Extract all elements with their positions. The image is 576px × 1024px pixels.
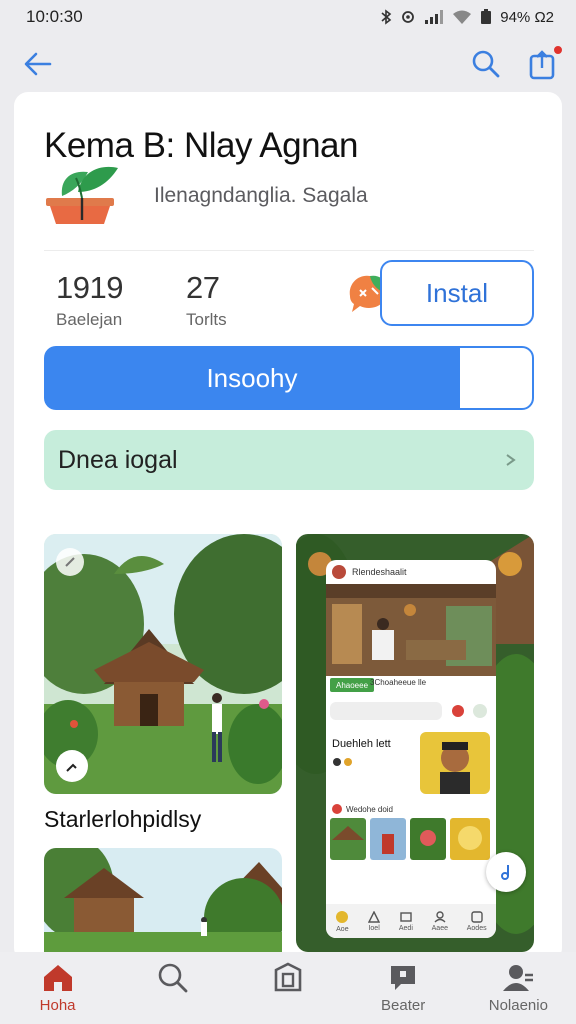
nav-label: Beater: [381, 996, 426, 1014]
mock-nav-label: Aaee: [431, 924, 448, 932]
mock-nav-item: Aoe: [335, 910, 349, 933]
mock-search-row: [330, 702, 487, 720]
info-banner-label: Dnea iogal: [58, 445, 178, 474]
play-icon[interactable]: [56, 750, 88, 782]
nav-chat[interactable]: Beater: [346, 952, 461, 1024]
nfc-icon: [402, 11, 415, 23]
chat-icon: [391, 965, 416, 990]
bottom-navigation: Hoha Beater Nolaenio: [0, 952, 576, 1024]
status-bar: 10:0:30 94% Ω2: [0, 0, 576, 34]
stat-label: Baelejan: [56, 310, 123, 329]
nav-label: Nolaenio: [488, 996, 548, 1014]
mock-nav-item: Aodes: [466, 910, 487, 932]
mock-list-title: Wedohe doid: [332, 804, 393, 814]
screenshot-thumbnail[interactable]: [44, 848, 282, 962]
status-time: 10:0:30: [26, 7, 83, 26]
mock-bottom-nav: Aoe Ioel Aedi Aaee Aodes: [326, 904, 496, 938]
mock-nav-label: Aedi: [398, 924, 413, 932]
library-icon: [274, 962, 302, 991]
potted-plant-icon: [42, 158, 122, 228]
battery-icon: [481, 9, 492, 24]
screenshot-caption: Starlerlohpidlsy: [44, 806, 202, 832]
mock-tag: Ahaoeee: [330, 678, 375, 692]
search-icon[interactable]: [470, 48, 502, 80]
install-button[interactable]: Instal: [380, 260, 534, 326]
mock-title: Duehleh lett: [332, 738, 391, 750]
wifi-icon: [453, 10, 472, 24]
divider: [44, 250, 534, 251]
primary-action-button[interactable]: Insoohy: [44, 346, 460, 410]
nav-home[interactable]: Hoha: [0, 952, 115, 1024]
stat-rating: 27 Torlts: [186, 270, 227, 330]
chevron-right-icon: [506, 454, 516, 466]
nav-profile[interactable]: Nolaenio: [461, 952, 576, 1024]
mock-header: Rlendeshaalit: [326, 560, 496, 584]
mock-nav-item: Ioel: [368, 910, 381, 932]
share-icon[interactable]: [528, 44, 564, 80]
mock-nav-item: Aedi: [399, 911, 413, 932]
avatar: [332, 565, 346, 579]
notification-badge: [552, 44, 564, 56]
mock-portrait: [420, 732, 490, 794]
music-note-icon[interactable]: [486, 852, 526, 892]
stat-value: 27: [186, 270, 220, 305]
mock-nav-label: Aoe: [336, 925, 349, 933]
stat-downloads: 1919 Baelejan: [56, 270, 123, 330]
action-row: Insoohy: [44, 346, 534, 412]
stat-value: 1919: [56, 270, 123, 305]
mock-list-title-text: Wedohe doid: [346, 804, 393, 814]
nav-library[interactable]: [230, 952, 345, 1024]
info-banner[interactable]: Dnea iogal: [44, 430, 534, 490]
mock-nav-item: Aaee: [431, 910, 448, 932]
mock-header-text: Rlendeshaalit: [352, 567, 407, 577]
stat-label: Torlts: [186, 310, 227, 329]
secondary-action-button[interactable]: [458, 346, 534, 410]
bluetooth-icon: [381, 9, 392, 25]
search-icon: [158, 963, 188, 992]
mock-hero-image: [326, 584, 496, 676]
mock-nav-label: Aodes: [466, 924, 487, 932]
app-bar: [0, 36, 576, 92]
mock-tag-text: 3Choaheeue lle: [370, 678, 427, 687]
signal-icon: [425, 10, 444, 24]
screenshot-thumbnail[interactable]: Rlendeshaalit Ahaoeee 3Choaheeue lle Due…: [296, 534, 534, 952]
nav-search[interactable]: [115, 952, 230, 1024]
developer-name[interactable]: Ilenagndanglia. Sagala: [154, 184, 368, 208]
expand-icon[interactable]: [56, 548, 84, 576]
mock-nav-label: Ioel: [368, 924, 380, 932]
mock-thumbnail-row: [330, 818, 490, 860]
app-detail-card: Kema B: Nlay Agnan Ilenagndanglia. Sagal…: [14, 92, 562, 962]
home-icon: [43, 964, 72, 991]
nav-label: Hoha: [39, 996, 76, 1014]
phone-mockup: Rlendeshaalit Ahaoeee 3Choaheeue lle Due…: [326, 560, 496, 938]
battery-level: 94% Ω2: [500, 8, 554, 26]
status-icons: 94% Ω2: [380, 9, 554, 26]
back-arrow-icon[interactable]: [22, 50, 54, 78]
mock-rating: [333, 758, 352, 766]
profile-icon: [503, 964, 534, 991]
screenshot-thumbnail[interactable]: [44, 534, 282, 794]
